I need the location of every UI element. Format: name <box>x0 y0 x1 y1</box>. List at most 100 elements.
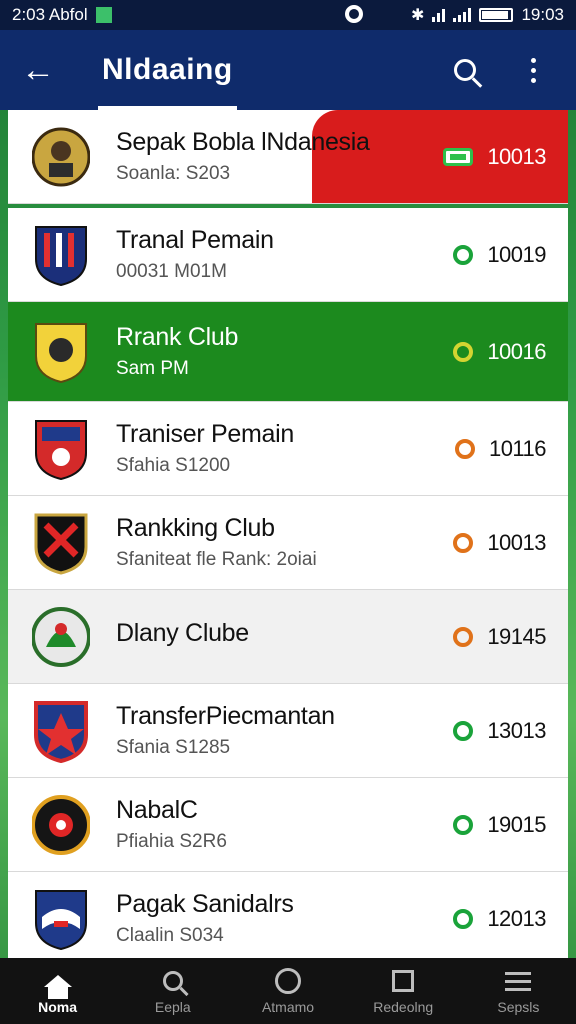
bluetooth-icon: ✱ <box>411 7 425 24</box>
list-item-text: Pagak Sanidalrs Claalin S034 <box>116 890 453 947</box>
green-round-crest-icon <box>32 605 90 669</box>
list-item[interactable]: Sepak Bobla lNdanesia Soanla: S203 10013 <box>8 110 568 204</box>
list-item-right: 19145 <box>453 624 568 650</box>
yellow-badge-icon <box>453 341 474 362</box>
list-item-subtitle: Sfania S1285 <box>116 737 231 758</box>
list-item-title: Traniser Pemain <box>116 420 294 448</box>
more-options-icon[interactable] <box>508 45 558 95</box>
list-item[interactable]: Pagak Sanidalrs Claalin S034 12013 <box>8 872 568 966</box>
list-item-score: 10116 <box>488 435 547 461</box>
list-item-subtitle: Claalin S034 <box>116 925 224 946</box>
rect-badge-icon <box>443 147 474 166</box>
list-item-text: Traniser Pemain Sfahia S1200 <box>116 420 455 477</box>
blue-shield-crest-icon <box>32 887 90 951</box>
menu-lines-icon <box>504 967 532 995</box>
status-bar: 2:03 Abfol ✱ 19:03 <box>0 0 576 30</box>
list-item-right: 12013 <box>453 906 568 932</box>
list-item-subtitle: Sam PM <box>116 358 189 379</box>
list-item[interactable]: Tranal Pemain 00031 M01M 10019 <box>8 208 568 302</box>
list-item-title: Tranal Pemain <box>116 226 274 254</box>
record-icon <box>345 5 363 28</box>
app-actions <box>440 45 576 95</box>
green-badge-icon <box>453 908 474 929</box>
list-item-text: Rrank Club Sam PM <box>116 323 453 380</box>
list-item-right: 10116 <box>454 435 568 462</box>
list-item-title: NabalC <box>116 796 198 824</box>
signal-icon <box>453 8 472 22</box>
list-item-title: Dlany Clube <box>116 619 249 647</box>
black-red-crest-icon <box>32 511 90 575</box>
blue-red-crest-icon <box>32 417 90 481</box>
list-item-right: 19015 <box>453 812 568 838</box>
list-item[interactable]: Rankking Club Sfaniteat fle Rank: 2oiai … <box>8 496 568 590</box>
list-item-title: Rankking Club <box>116 514 275 542</box>
status-left: 2:03 Abfol <box>12 5 112 25</box>
list-item[interactable]: Traniser Pemain Sfahia S1200 10116 <box>8 402 568 496</box>
list-item-title: Sepak Bobla lNdanesia <box>116 128 370 156</box>
square-icon <box>389 967 417 995</box>
nav-label: Atmamo <box>261 999 315 1015</box>
list-item-subtitle: Pfiahia S2R6 <box>116 831 227 852</box>
gold-lion-crest-icon <box>32 320 90 384</box>
nav-label: Redeolng <box>373 999 434 1015</box>
list-item-score: 13013 <box>487 717 546 743</box>
notification-icon <box>95 7 112 23</box>
nav-home[interactable]: Noma <box>0 958 115 1024</box>
home-icon <box>43 967 72 999</box>
list-item-subtitle: 00031 M01M <box>116 261 227 282</box>
app-bar: ← Nldaaing <box>0 30 576 110</box>
nav-circle[interactable]: Atmamo <box>230 958 345 1024</box>
list-item-right: 10016 <box>453 339 568 365</box>
nav-settings[interactable]: Sepsls <box>461 958 576 1024</box>
red-blue-crest-icon <box>32 699 90 763</box>
list-item[interactable]: NabalC Pfiahia S2R6 19015 <box>8 778 568 872</box>
nav-label: Noma <box>38 999 78 1015</box>
list-item-text: Rankking Club Sfaniteat fle Rank: 2oiai <box>116 514 453 571</box>
title-tab[interactable]: Nldaaing <box>80 30 255 110</box>
bottom-navigation: Noma Eepla Atmamo Redeolng Sepsls <box>0 958 576 1024</box>
page-title: Nldaaing <box>102 53 233 86</box>
list-item-subtitle: Soanla: S203 <box>116 163 231 184</box>
list-item-text: Sepak Bobla lNdanesia Soanla: S203 <box>116 128 443 185</box>
orange-badge-icon <box>454 438 475 459</box>
list-item-right: 10013 <box>443 144 568 170</box>
nav-explore[interactable]: Eepla <box>115 958 230 1024</box>
list-item-score: 19015 <box>487 811 546 837</box>
list-item-score: 10016 <box>487 338 546 364</box>
nav-square[interactable]: Redeolng <box>346 958 461 1024</box>
green-badge-icon <box>453 244 474 265</box>
orange-badge-icon <box>453 626 474 647</box>
list-item-score: 10013 <box>487 529 546 555</box>
list-item-text: Tranal Pemain 00031 M01M <box>116 226 453 283</box>
list-item-score: 19145 <box>487 623 546 649</box>
list-item[interactable]: Dlany Clube 19145 <box>8 590 568 684</box>
dark-round-crest-icon <box>32 793 90 857</box>
list-item[interactable]: Rrank Club Sam PM 10016 <box>8 302 568 402</box>
red-striped-crest-icon <box>32 223 90 287</box>
list-item-title: TransferPiecmantan <box>116 702 335 730</box>
list-item-subtitle: Sfaniteat fle Rank: 2oiai <box>116 549 317 570</box>
list-item-right: 10019 <box>453 242 568 268</box>
search-icon <box>159 967 187 995</box>
list-item-text: TransferPiecmantan Sfania S1285 <box>116 702 453 759</box>
list-item-score: 10013 <box>487 143 546 169</box>
battery-icon <box>479 8 514 22</box>
wifi-icon <box>432 8 446 22</box>
back-arrow-icon[interactable]: ← <box>0 30 76 110</box>
search-icon[interactable] <box>440 45 490 95</box>
status-right: ✱ 19:03 <box>411 5 564 25</box>
green-badge-icon <box>453 720 474 741</box>
list-item[interactable]: TransferPiecmantan Sfania S1285 13013 <box>8 684 568 778</box>
nav-label: Sepsls <box>497 999 540 1015</box>
list-item-text: NabalC Pfiahia S2R6 <box>116 796 453 853</box>
status-time: 19:03 <box>521 5 564 24</box>
list-item-title: Pagak Sanidalrs <box>116 890 294 918</box>
portrait-crest-icon <box>32 125 90 189</box>
nav-label: Eepla <box>154 999 191 1015</box>
list-item-right: 10013 <box>453 530 568 556</box>
list-item-text: Dlany Clube <box>116 619 453 654</box>
list-item-score: 10019 <box>487 241 546 267</box>
list-item-score: 12013 <box>487 905 546 931</box>
ranking-list: Sepak Bobla lNdanesia Soanla: S203 10013… <box>8 110 568 966</box>
list-item-title: Rrank Club <box>116 323 239 351</box>
